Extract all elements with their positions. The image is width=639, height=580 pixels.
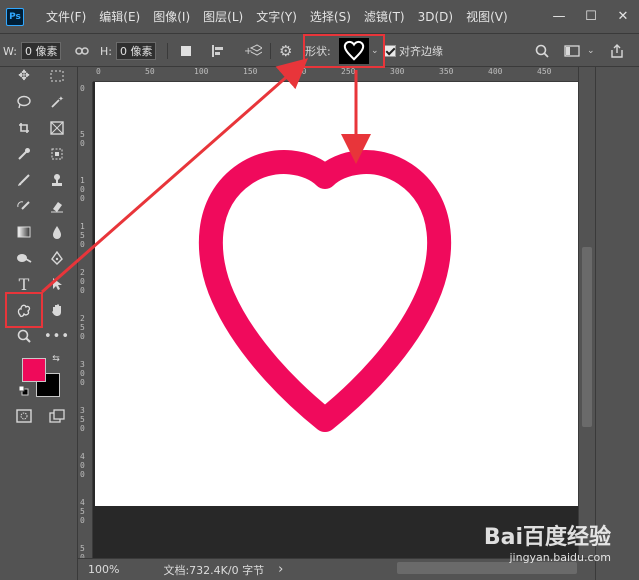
ruler-tick-label: 2 0 0 xyxy=(80,268,85,295)
blur-tool-icon[interactable] xyxy=(46,221,68,243)
maximize-button[interactable]: ☐ xyxy=(575,9,607,24)
align-edges-label: 对齐边缘 xyxy=(399,45,443,58)
menu-image[interactable]: 图像(I) xyxy=(153,8,190,25)
more-tools-icon[interactable]: ••• xyxy=(44,325,69,347)
width-label: W: xyxy=(3,44,17,58)
swap-colors-icon[interactable]: ⇆ xyxy=(50,353,62,365)
pen-tool-icon[interactable] xyxy=(46,247,68,269)
vertical-scrollbar[interactable] xyxy=(578,67,595,558)
marquee-tool-icon[interactable] xyxy=(46,65,68,87)
height-label: H: xyxy=(100,44,112,58)
shape-picker-highlight xyxy=(303,34,385,68)
panel-dock xyxy=(595,67,639,580)
ruler-tick-label: 1 5 0 xyxy=(80,222,85,249)
path-selection-tool-icon[interactable] xyxy=(46,273,68,295)
ruler-tick-label: 2 5 0 xyxy=(80,314,85,341)
zoom-level[interactable]: 100% xyxy=(88,563,119,576)
brush-tool-icon[interactable] xyxy=(13,169,35,191)
custom-shape-tool-highlight xyxy=(5,292,43,328)
path-arrangement-icon[interactable]: + xyxy=(244,41,262,61)
divider xyxy=(270,43,271,59)
history-brush-tool-icon[interactable] xyxy=(13,195,35,217)
window-controls: — ☐ ✕ xyxy=(543,0,639,33)
menu-3d[interactable]: 3D(D) xyxy=(418,10,453,24)
screen-mode-icon[interactable] xyxy=(46,405,68,427)
workspace-icon[interactable] xyxy=(564,41,580,61)
default-colors-icon[interactable] xyxy=(18,385,30,397)
minimize-button[interactable]: — xyxy=(543,9,575,24)
ruler-tick-label: 100 xyxy=(194,67,209,76)
ruler-tick-label: 200 xyxy=(292,67,307,76)
height-group: H: 0 像素 xyxy=(100,41,157,61)
status-arrow-icon[interactable]: › xyxy=(278,562,283,577)
watermark: Bai百度经验 jingyan.baidu.com xyxy=(484,519,611,564)
search-icon[interactable] xyxy=(535,41,549,61)
menu-select[interactable]: 选择(S) xyxy=(310,8,351,25)
ruler-tick-label: 50 xyxy=(145,67,155,76)
menu-edit[interactable]: 编辑(E) xyxy=(99,8,140,25)
menu-layer[interactable]: 图层(L) xyxy=(203,8,243,25)
stamp-tool-icon[interactable] xyxy=(46,169,68,191)
vertical-ruler[interactable]: 0 5 0 1 0 0 1 5 0 2 0 0 2 5 0 3 0 0 3 5 0 4 0 0 4… xyxy=(78,82,93,571)
chevron-down-icon[interactable]: ⌄ xyxy=(587,41,595,61)
dodge-tool-icon[interactable] xyxy=(13,247,35,269)
ruler-tick-label: 450 xyxy=(537,67,552,76)
menu-file[interactable]: 文件(F) xyxy=(46,8,86,25)
document-canvas[interactable] xyxy=(95,82,578,506)
menu-type[interactable]: 文字(Y) xyxy=(256,8,297,25)
ruler-tick-label: 400 xyxy=(488,67,503,76)
quick-mask-icon[interactable] xyxy=(13,405,35,427)
scrollbar-thumb[interactable] xyxy=(582,247,592,427)
ruler-tick-label: 3 0 0 xyxy=(80,360,85,387)
eraser-tool-icon[interactable] xyxy=(46,195,68,217)
ruler-tick-label: 1 0 0 xyxy=(80,176,85,203)
ruler-tick-label: 0 xyxy=(96,67,101,76)
align-edges-group[interactable]: 对齐边缘 xyxy=(384,41,443,61)
svg-text:✦: ✦ xyxy=(58,95,64,103)
gear-icon[interactable]: ⚙ xyxy=(279,41,292,61)
close-button[interactable]: ✕ xyxy=(607,9,639,24)
ruler-tick-label: 300 xyxy=(390,67,405,76)
menu-filter[interactable]: 滤镜(T) xyxy=(364,8,405,25)
ruler-tick-label: 250 xyxy=(341,67,356,76)
ruler-tick-label: 150 xyxy=(243,67,258,76)
eyedropper-tool-icon[interactable] xyxy=(13,143,35,165)
menu-view[interactable]: 视图(V) xyxy=(466,8,508,25)
ruler-corner xyxy=(78,67,93,82)
zoom-tool-icon[interactable] xyxy=(13,325,35,347)
horizontal-ruler[interactable]: 050100150200250300350400450500 xyxy=(93,67,600,82)
ruler-tick-label: 5 0 xyxy=(80,130,85,148)
hand-tool-icon[interactable] xyxy=(46,299,68,321)
ruler-tick-label: 0 xyxy=(80,84,85,93)
menu-bar: Ps 文件(F) 编辑(E) 图像(I) 图层(L) 文字(Y) 选择(S) 滤… xyxy=(0,0,639,33)
foreground-color-swatch[interactable] xyxy=(22,358,46,382)
ruler-tick-label: 4 0 0 xyxy=(80,452,85,479)
document-workspace xyxy=(93,82,578,558)
spot-healing-tool-icon[interactable] xyxy=(46,143,68,165)
ruler-tick-label: 350 xyxy=(439,67,454,76)
photoshop-logo: Ps xyxy=(6,7,24,26)
document-size[interactable]: 文档:732.4K/0 字节 xyxy=(163,562,264,578)
ruler-tick-label: 3 5 0 xyxy=(80,406,85,433)
height-input[interactable]: 0 像素 xyxy=(115,42,157,60)
path-alignment-icon[interactable] xyxy=(211,41,225,61)
magic-wand-tool-icon[interactable]: ✦ xyxy=(46,91,68,113)
watermark-url: jingyan.baidu.com xyxy=(509,551,611,564)
gradient-tool-icon[interactable] xyxy=(13,221,35,243)
ruler-tick-label: 4 5 0 xyxy=(80,498,85,525)
width-group: W: 0 像素 xyxy=(3,41,62,61)
divider xyxy=(167,43,168,59)
path-operations-icon[interactable] xyxy=(180,41,192,61)
align-edges-checkbox[interactable] xyxy=(384,45,396,57)
move-tool-icon[interactable]: ✥ xyxy=(13,65,35,87)
share-icon[interactable] xyxy=(610,41,624,61)
lasso-tool-icon[interactable] xyxy=(13,91,35,113)
width-input[interactable]: 0 像素 xyxy=(20,42,62,60)
frame-tool-icon[interactable] xyxy=(46,117,68,139)
crop-tool-icon[interactable] xyxy=(13,117,35,139)
heart-shape[interactable] xyxy=(95,82,578,506)
link-icon[interactable] xyxy=(75,41,89,61)
watermark-brand: Bai百度经验 xyxy=(483,525,611,550)
